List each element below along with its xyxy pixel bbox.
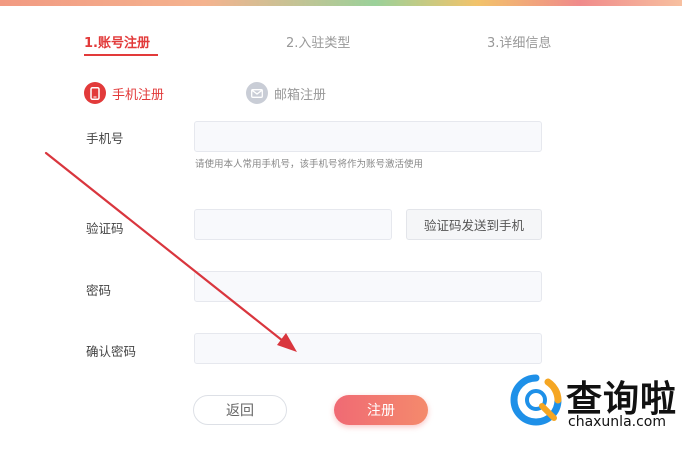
- step-3-details: 3.详细信息: [487, 36, 552, 51]
- phone-label: 手机号: [86, 131, 124, 146]
- watermark-logo-icon: [510, 374, 562, 426]
- watermark-domain: chaxunla.com: [568, 414, 666, 430]
- back-button[interactable]: 返回: [193, 395, 287, 425]
- tab-phone-register[interactable]: 手机注册: [84, 82, 164, 104]
- tab-phone-label: 手机注册: [112, 87, 165, 103]
- verification-code-input[interactable]: [194, 209, 392, 240]
- confirm-password-input[interactable]: [194, 333, 542, 364]
- tab-email-label: 邮箱注册: [274, 87, 327, 103]
- register-method-tabs: 手机注册 邮箱注册: [84, 82, 484, 106]
- register-button[interactable]: 注册: [334, 395, 428, 425]
- step-1-account-register: 1.账号注册: [84, 36, 150, 51]
- step-2-entry-type: 2.入驻类型: [286, 36, 351, 51]
- envelope-icon: [246, 82, 268, 104]
- active-step-underline: [84, 54, 158, 56]
- code-label: 验证码: [86, 221, 124, 236]
- step-progress: 1.账号注册 2.入驻类型 3.详细信息: [0, 32, 682, 56]
- top-banner: [0, 0, 682, 6]
- watermark: 查询啦 chaxunla.com: [508, 368, 678, 438]
- confirm-password-label: 确认密码: [86, 344, 137, 359]
- phone-input[interactable]: [194, 121, 542, 152]
- phone-hint: 请使用本人常用手机号，该手机号将作为账号激活使用: [195, 159, 424, 170]
- tab-email-register[interactable]: 邮箱注册: [246, 82, 326, 104]
- password-input[interactable]: [194, 271, 542, 302]
- mobile-phone-icon: [84, 82, 106, 104]
- password-label: 密码: [86, 283, 112, 298]
- send-code-button[interactable]: 验证码发送到手机: [406, 209, 542, 240]
